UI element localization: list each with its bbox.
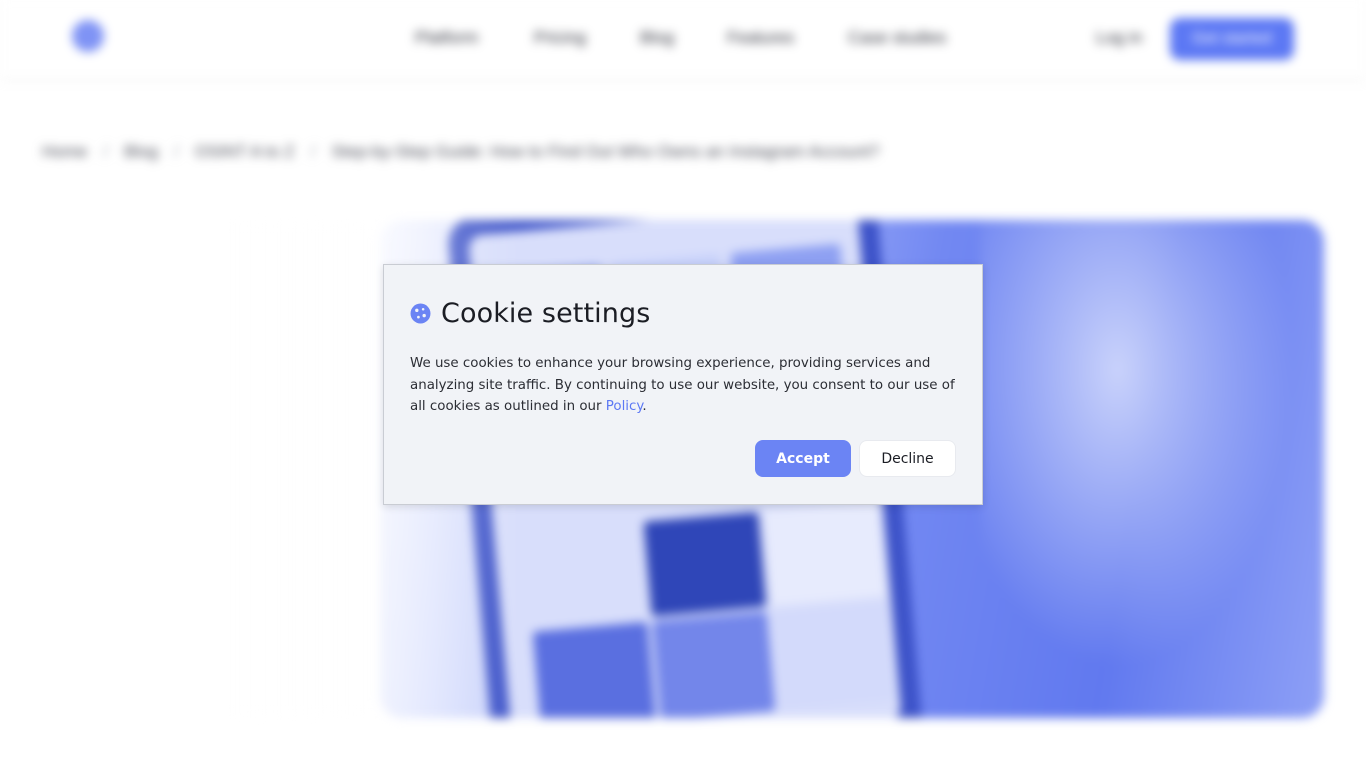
nav-item-platform[interactable]: Platform <box>415 28 478 48</box>
breadcrumb-separator: / <box>310 142 316 161</box>
breadcrumb-separator: / <box>174 142 179 161</box>
cookie-body-end: . <box>642 399 647 414</box>
breadcrumb-blog[interactable]: Blog <box>124 142 158 162</box>
decline-button[interactable]: Decline <box>859 440 956 477</box>
main-nav: Platform Pricing Blog Features Case stud… <box>0 28 1366 50</box>
cookie-dialog-header: Cookie settings <box>410 295 650 331</box>
photo-tile <box>763 501 886 606</box>
cookie-body-text: We use cookies to enhance your browsing … <box>410 356 955 414</box>
nav-item-pricing[interactable]: Pricing <box>534 28 586 48</box>
cookie-dialog-title: Cookie settings <box>441 297 651 329</box>
breadcrumb-current: Step-by-Step Guide: How to Find Out Who … <box>331 142 880 161</box>
get-started-button[interactable]: Get started <box>1170 18 1294 60</box>
photo-tile <box>643 511 767 617</box>
cookie-dialog: Cookie settings We use cookies to enhanc… <box>383 264 983 505</box>
breadcrumb-home[interactable]: Home <box>42 142 87 162</box>
login-link[interactable]: Log in <box>1096 28 1142 48</box>
nav-item-blog[interactable]: Blog <box>640 28 674 48</box>
nav-item-features[interactable]: Features <box>727 28 794 48</box>
cookie-icon <box>410 303 431 323</box>
policy-link[interactable]: Policy <box>606 399 643 414</box>
photo-tile <box>652 611 776 718</box>
cookie-dialog-text: We use cookies to enhance your browsing … <box>410 353 960 418</box>
breadcrumb: Home / Blog / OSINT A to Z / Step-by-Ste… <box>42 141 879 163</box>
site-header: Platform Pricing Blog Features Case stud… <box>0 0 1366 78</box>
breadcrumb-category[interactable]: OSINT A to Z <box>195 142 295 162</box>
photo-tile <box>771 600 896 711</box>
nav-item-case-studies[interactable]: Case studies <box>848 28 946 48</box>
hero-glow <box>980 220 1324 718</box>
breadcrumb-separator: / <box>103 142 109 161</box>
photo-tile <box>532 621 656 718</box>
accept-button[interactable]: Accept <box>755 440 851 477</box>
